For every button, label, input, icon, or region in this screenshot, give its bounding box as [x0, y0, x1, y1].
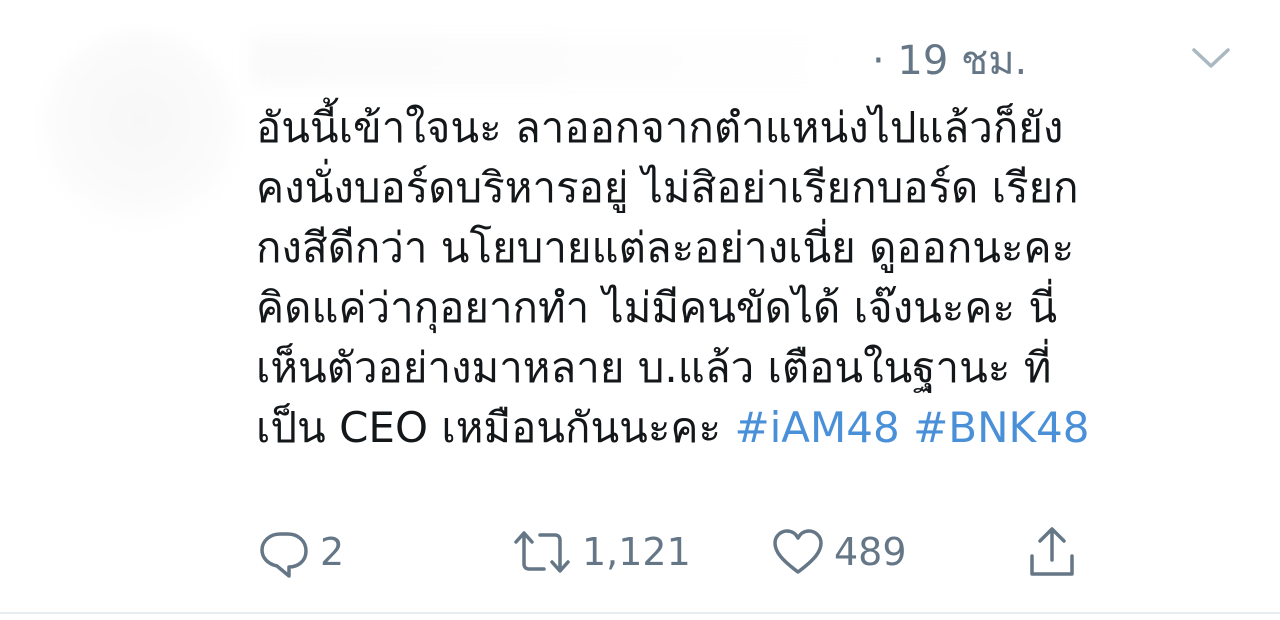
share-button[interactable] — [1024, 522, 1080, 582]
hashtag-link-bnk48[interactable]: #BNK48 — [913, 403, 1089, 452]
heart-icon — [770, 524, 826, 580]
retweet-button[interactable]: 1,121 — [510, 522, 691, 582]
tweet-actions: 2 1,121 489 — [256, 522, 1156, 582]
tweet-text-last-line: เป็น CEO เหมือนกันนะคะ #iAM48 #BNK48 — [256, 398, 1246, 458]
like-button[interactable]: 489 — [770, 522, 907, 582]
tweet-text-line: เห็นตัวอย่างมาหลาย บ.แล้ว เตือนในฐานะ ที… — [256, 343, 1052, 392]
reply-icon — [256, 524, 312, 580]
reply-count: 2 — [320, 530, 345, 574]
chevron-down-icon[interactable] — [1188, 42, 1234, 72]
tweet-text-line: เป็น CEO เหมือนกันนะคะ — [256, 403, 735, 452]
retweet-count: 1,121 — [582, 530, 691, 574]
share-icon — [1024, 524, 1080, 580]
user-name-header — [250, 36, 850, 86]
tweet-text-line: คิดแค่ว่ากุอยากทำ ไม่มีคนขัดได้ เจ๊งนะคะ… — [256, 283, 1058, 332]
reply-button[interactable]: 2 — [256, 522, 344, 582]
avatar[interactable] — [40, 30, 240, 230]
retweet-icon — [510, 524, 574, 580]
tweet-text-line: อันนี้เข้าใจนะ ลาออกจากตำแหน่งไปแล้วก็ยั… — [256, 103, 1064, 152]
tweet-text-line: คงนั่งบอร์ดบริหารอยู่ ไม่สิอย่าเรียกบอร์… — [256, 163, 1079, 212]
tweet-timestamp[interactable]: · 19 ชม. — [872, 34, 1027, 88]
hashtag-link-iam48[interactable]: #iAM48 — [734, 403, 899, 452]
tweet-divider — [0, 612, 1280, 614]
tweet-text-line: กงสีดีกว่า นโยบายแต่ละอย่างเนี่ย ดูออกนะ… — [256, 223, 1075, 272]
tweet-text: อันนี้เข้าใจนะ ลาออกจากตำแหน่งไปแล้วก็ยั… — [256, 98, 1246, 458]
like-count: 489 — [834, 530, 907, 574]
